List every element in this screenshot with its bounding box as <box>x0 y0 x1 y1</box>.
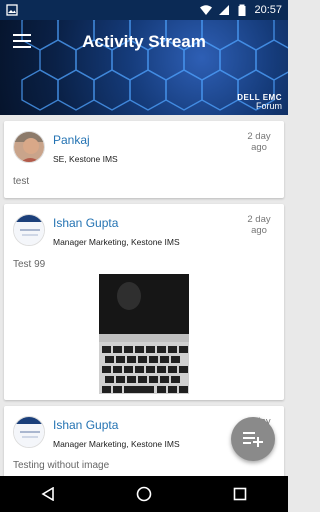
page-title: Activity Stream <box>82 32 206 51</box>
post-text: Testing without image <box>13 460 110 471</box>
author-name[interactable]: Ishan Gupta <box>53 216 118 230</box>
back-triangle-icon <box>41 487 54 501</box>
battery-icon <box>238 4 246 16</box>
nav-recents-button[interactable] <box>220 476 260 512</box>
app-header: Activity Stream DELL EMC Forum <box>0 20 288 115</box>
recents-square-icon <box>233 487 247 501</box>
playlist-add-icon <box>243 432 263 447</box>
author-name[interactable]: Ishan Gupta <box>53 418 118 432</box>
post-text: test <box>13 176 30 187</box>
post-card[interactable]: Ishan Gupta Manager Marketing, Kestone I… <box>4 204 284 400</box>
status-bar: 20:57 <box>0 0 288 20</box>
image-notification-icon <box>6 4 18 16</box>
author-role: Manager Marketing, Kestone IMS <box>53 237 180 247</box>
nav-home-button[interactable] <box>124 476 164 512</box>
signal-icon <box>219 5 230 15</box>
post-card[interactable]: Pankaj SE, Kestone IMS 2 day ago test <box>4 121 284 198</box>
post-time: 2 day ago <box>247 131 271 153</box>
status-time: 20:57 <box>254 4 282 16</box>
avatar[interactable] <box>13 416 45 448</box>
author-name[interactable]: Pankaj <box>53 133 90 147</box>
home-circle-icon <box>136 486 152 502</box>
post-time: 2 day ago <box>247 214 271 236</box>
nav-back-button[interactable] <box>28 476 68 512</box>
avatar[interactable] <box>13 214 45 246</box>
brand-logo: DELL EMC Forum <box>237 93 282 111</box>
wifi-icon <box>200 5 213 15</box>
author-role: Manager Marketing, Kestone IMS <box>53 439 180 449</box>
avatar[interactable] <box>13 131 45 163</box>
system-nav-bar <box>0 476 288 512</box>
new-post-button[interactable] <box>231 417 275 461</box>
post-image[interactable] <box>99 274 189 394</box>
author-role: SE, Kestone IMS <box>53 154 118 164</box>
post-text: Test 99 <box>13 259 46 270</box>
